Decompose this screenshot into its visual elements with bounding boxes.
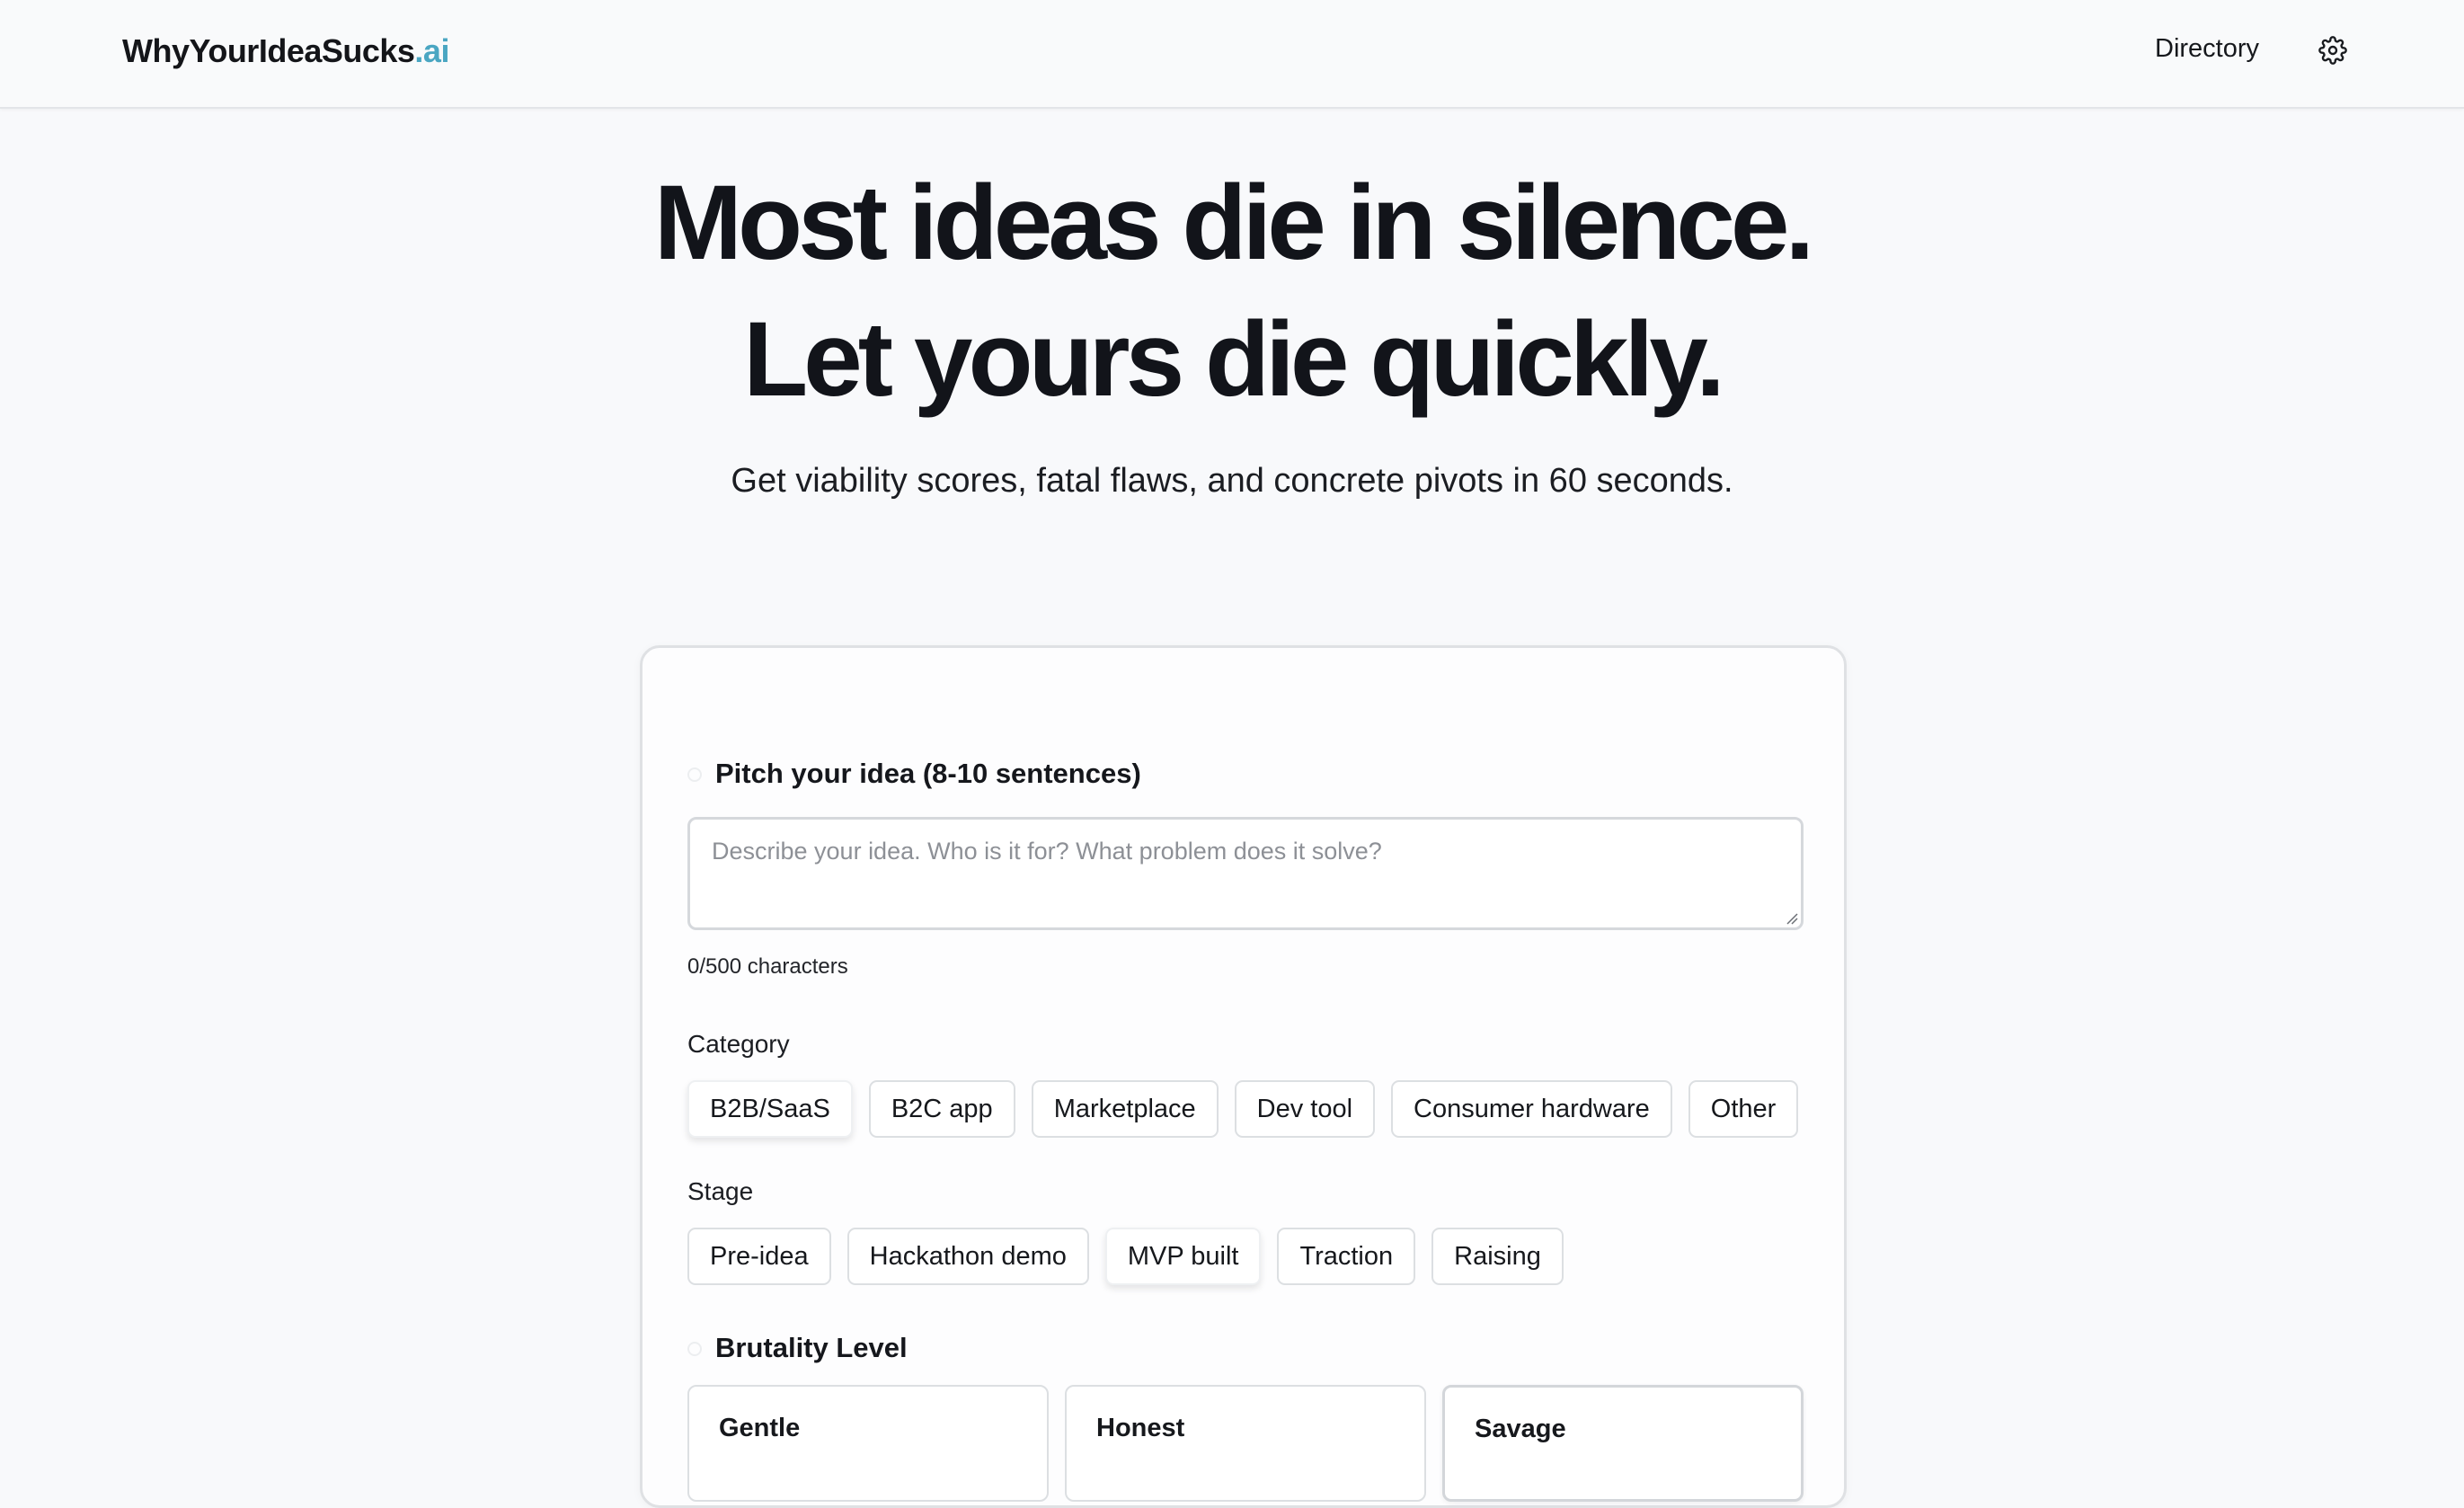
stage-chip-hackathon-demo[interactable]: Hackathon demo [846,1228,1089,1285]
logo-main-text: WhyYourIdeaSucks [122,32,415,69]
idea-form-card: Pitch your idea (8-10 sentences) 0/500 c… [640,645,1847,1508]
hero-subtitle: Get viability scores, fatal flaws, and c… [731,462,1733,500]
character-counter: 0/500 characters [687,954,848,979]
category-chip-other[interactable]: Other [1688,1080,1799,1138]
logo-tld-text: .ai [414,32,449,69]
category-chip-b2c-app[interactable]: B2C app [868,1080,1015,1138]
pitch-textarea[interactable] [687,817,1804,930]
stage-chip-traction[interactable]: Traction [1277,1228,1416,1285]
stage-chip-group: Pre-idea Hackathon demo MVP built Tracti… [687,1228,1564,1285]
brutality-option-savage[interactable]: Savage [1442,1385,1804,1502]
site-logo[interactable]: WhyYourIdeaSucks.ai [122,32,449,70]
stage-chip-mvp-built[interactable]: MVP built [1104,1228,1262,1285]
gear-icon[interactable] [2317,34,2349,67]
brutality-option-gentle[interactable]: Gentle [687,1385,1049,1502]
hero-headline-line-1: Most ideas die in silence. [653,164,1814,282]
category-chip-consumer-hardware[interactable]: Consumer hardware [1391,1080,1672,1138]
category-label: Category [687,1030,790,1058]
brutality-section-title: Brutality Level [715,1332,908,1363]
brutality-level-group: Gentle Honest Savage [687,1385,1804,1502]
category-chip-group: B2B/SaaS B2C app Marketplace Dev tool Co… [687,1080,1799,1138]
brutality-status-icon [687,1342,702,1356]
brutality-option-honest[interactable]: Honest [1065,1385,1426,1502]
top-nav-bar: WhyYourIdeaSucks.ai Directory [0,0,2464,109]
hero-headline: Most ideas die in silence. Let yours die… [0,155,2464,428]
nav-link-directory[interactable]: Directory [2155,34,2259,64]
stage-label: Stage [687,1177,754,1205]
stage-chip-pre-idea[interactable]: Pre-idea [687,1228,831,1285]
category-chip-marketplace[interactable]: Marketplace [1031,1080,1219,1138]
category-chip-b2b-saas[interactable]: B2B/SaaS [687,1080,853,1138]
category-chip-dev-tool[interactable]: Dev tool [1234,1080,1376,1138]
resize-handle-icon[interactable] [1786,912,1798,925]
pitch-status-icon [687,767,702,782]
stage-chip-raising[interactable]: Raising [1431,1228,1564,1285]
pitch-section-title: Pitch your idea (8-10 sentences) [715,758,1141,789]
hero-headline-line-2: Let yours die quickly. [743,300,1725,419]
